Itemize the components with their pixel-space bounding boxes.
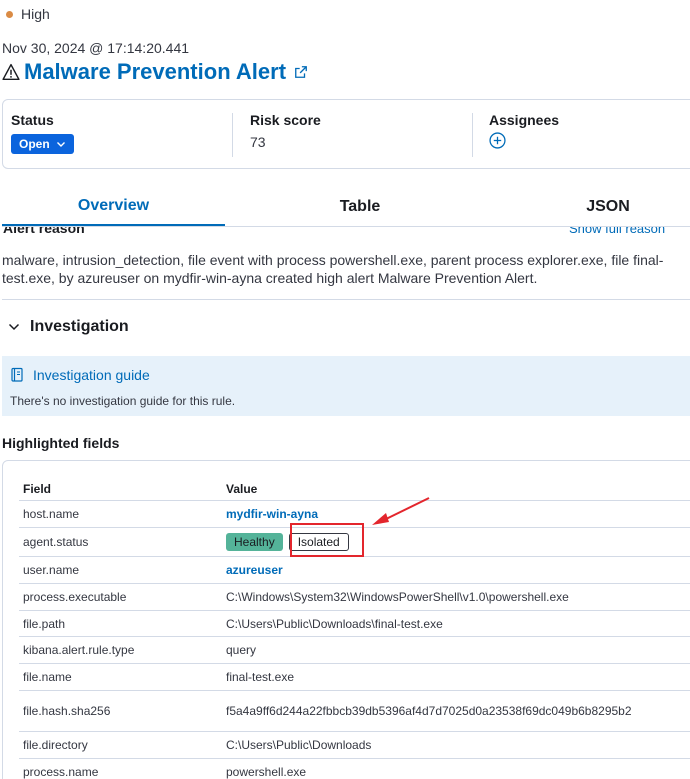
alert-title-row[interactable]: Malware Prevention Alert (2, 59, 308, 85)
alert-reason-heading: Alert reason (3, 227, 85, 236)
alert-summary-panel: Status Open Risk score 73 Assignees (2, 99, 690, 169)
highlighted-fields-panel: Field Value host.name mydfir-win-ayna ag… (2, 460, 690, 779)
book-icon (11, 367, 23, 382)
alert-reason-section: Alert reason Show full reason malware, i… (0, 227, 690, 299)
tab-json[interactable]: JSON (492, 188, 690, 225)
risk-score-section: Risk score 73 (250, 112, 321, 150)
table-row: process.executable C:\Windows\System32\W… (19, 583, 690, 611)
warning-icon (2, 63, 20, 81)
status-dropdown-button[interactable]: Open (11, 134, 74, 154)
divider (2, 299, 690, 300)
assignees-label: Assignees (489, 112, 560, 128)
investigation-guide-link[interactable]: Investigation guide (10, 367, 150, 383)
assignees-section: Assignees (489, 112, 559, 154)
annotation-highlight-box (290, 523, 364, 557)
table-row: user.name azureuser (19, 556, 690, 584)
field-name: file.name (19, 663, 222, 691)
field-value: C:\Windows\System32\WindowsPowerShell\v1… (222, 583, 690, 611)
status-label: Status (11, 112, 54, 128)
table-row: kibana.alert.rule.type query (19, 636, 690, 664)
field-value: powershell.exe (222, 758, 690, 779)
field-name: kibana.alert.rule.type (19, 636, 222, 664)
field-name: file.directory (19, 731, 222, 759)
alert-details-flyout: High Nov 30, 2024 @ 17:14:20.441 Malware… (0, 0, 690, 779)
divider (232, 113, 233, 157)
field-value: f5a4a9ff6d244a22fbbcb39db5396af4d7d7025d… (226, 704, 632, 718)
field-value: C:\Users\Public\Downloads\final-test.exe (222, 610, 690, 637)
field-value: query (222, 636, 690, 664)
tab-table[interactable]: Table (245, 188, 475, 225)
details-tabs: Overview Table JSON (2, 188, 690, 227)
column-header-value[interactable]: Value (222, 478, 690, 501)
host-name-link[interactable]: mydfir-win-ayna (226, 507, 318, 521)
column-header-field[interactable]: Field (19, 478, 222, 501)
field-value: final-test.exe (222, 663, 690, 691)
divider (472, 113, 473, 157)
table-row: file.directory C:\Users\Public\Downloads (19, 731, 690, 759)
tab-overview[interactable]: Overview (2, 188, 225, 226)
table-row: process.name powershell.exe (19, 758, 690, 779)
field-name: host.name (19, 500, 222, 528)
table-row: file.hash.sha256 f5a4a9ff6d244a22fbbcb39… (19, 690, 690, 732)
status-section: Status Open (11, 112, 74, 154)
table-row: file.path C:\Users\Public\Downloads\fina… (19, 610, 690, 637)
highlighted-fields-heading: Highlighted fields (2, 435, 120, 451)
user-name-link[interactable]: azureuser (226, 563, 283, 577)
investigation-guide-label: Investigation guide (33, 367, 150, 383)
risk-score-label: Risk score (250, 112, 321, 128)
show-full-reason-link[interactable]: Show full reason (569, 227, 665, 236)
severity-label: High (21, 6, 50, 22)
field-name: process.name (19, 758, 222, 779)
chevron-down-icon (56, 142, 65, 147)
severity-dot-icon (6, 10, 13, 18)
investigation-section-toggle[interactable]: Investigation (8, 318, 129, 336)
alert-timestamp: Nov 30, 2024 @ 17:14:20.441 (2, 40, 190, 56)
table-row: file.name final-test.exe (19, 663, 690, 691)
field-value: C:\Users\Public\Downloads (222, 731, 690, 759)
severity-indicator: High (6, 6, 50, 22)
external-link-icon[interactable] (294, 65, 308, 79)
alert-reason-text: malware, intrusion_detection, file event… (2, 252, 664, 286)
field-name: file.path (19, 610, 222, 637)
alert-title-link[interactable]: Malware Prevention Alert (24, 59, 286, 85)
add-circle-icon[interactable] (489, 132, 506, 149)
field-name: agent.status (19, 527, 222, 557)
agent-status-healthy-badge: Healthy (226, 533, 283, 551)
investigation-title: Investigation (30, 318, 129, 335)
chevron-down-icon (8, 323, 20, 331)
investigation-guide-panel: Investigation guide There's no investiga… (2, 356, 690, 416)
field-name: user.name (19, 556, 222, 584)
risk-score-value: 73 (250, 134, 266, 150)
table-header-row: Field Value (19, 478, 690, 501)
investigation-guide-empty-text: There's no investigation guide for this … (10, 394, 236, 408)
field-name: file.hash.sha256 (19, 690, 222, 732)
field-name: process.executable (19, 583, 222, 611)
status-value: Open (19, 137, 50, 151)
